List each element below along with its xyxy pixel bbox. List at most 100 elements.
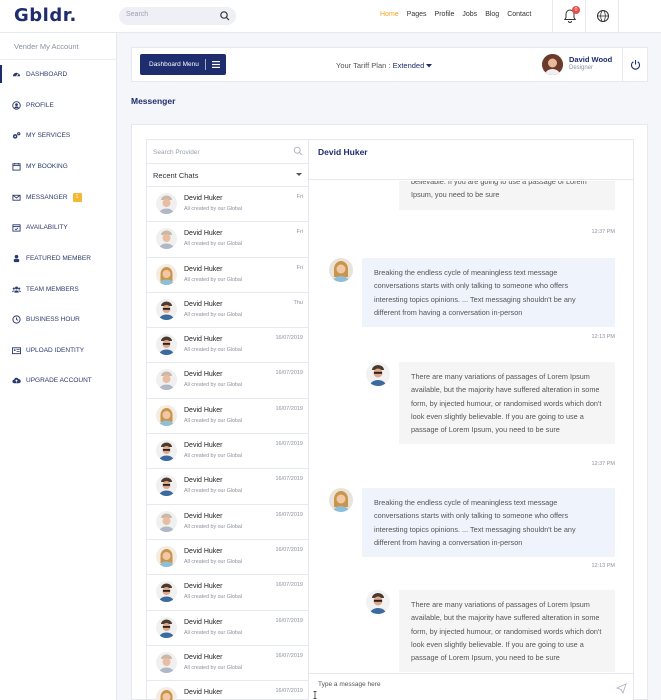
contact-row[interactable]: Devid Huker All created by our Global Fri (147, 222, 308, 258)
contact-name: Devid Huker (184, 547, 223, 555)
contact-row[interactable]: Devid Huker All created by our Global 16/0… (147, 540, 308, 576)
avatar (156, 263, 177, 285)
contact-preview: All created by our Global (184, 206, 243, 212)
sidebar-item-label: Upgrade Account (26, 376, 92, 384)
contact-row[interactable]: Devid HukerAll created by our Global16/0… (147, 469, 308, 505)
search-icon[interactable] (293, 146, 303, 156)
user-role: Designer (569, 65, 594, 71)
contact-row[interactable]: Devid HukerAll created by our Global16/0… (147, 646, 308, 682)
text-cursor-icon (313, 691, 317, 699)
contact-row[interactable]: Devid HukerAll created by our Global16/0… (147, 434, 308, 470)
contact-row[interactable]: Devid HukerAll created by our Global16/0… (147, 505, 308, 540)
message-text: Breaking the endless cycle of meaningles… (374, 268, 576, 317)
sidebar-item-dashboard[interactable]: Dashboard (0, 65, 117, 83)
send-icon[interactable] (616, 683, 627, 694)
tariff-plan[interactable]: Your Tariff Plan : Extended (336, 61, 433, 70)
contact-name: Devid Huker (184, 477, 223, 485)
avatar (156, 687, 177, 700)
nav-jobs[interactable]: Jobs (462, 11, 477, 18)
nav-pages[interactable]: Pages (407, 11, 427, 18)
tariff-value: Extended (392, 61, 425, 70)
divider (618, 0, 619, 33)
contact-date: 16/07/2019 (275, 546, 303, 553)
nav-home[interactable]: Home (380, 11, 399, 18)
nav-profile[interactable]: Profile (435, 11, 455, 18)
contact-preview: All created by our Global (184, 417, 243, 424)
message-time: 12:13 PM (591, 334, 615, 340)
sidebar: Vender My Account Dashboard Profile My S… (0, 33, 117, 700)
contact-date: 16/07/2019 (275, 617, 303, 624)
contact-date: Fri (296, 194, 303, 200)
tariff-label: Your Tariff Plan : (336, 61, 391, 70)
sidebar-item-availability[interactable]: Availability (0, 218, 117, 236)
avatar (156, 475, 177, 497)
messenger-card: Search Provider Recent Chats Devid Huker… (131, 124, 648, 700)
envelope-icon (12, 194, 21, 201)
sidebar-item-upload-identity[interactable]: Upload Identity (0, 341, 117, 359)
globe-icon[interactable] (596, 9, 610, 23)
contact-list: Devid Huker All created by our Global Fri D… (147, 187, 308, 700)
contact-row[interactable]: Devid HukerAll created by our Global16/0… (147, 363, 308, 399)
contact-date: 16/07/2019 (275, 582, 303, 589)
contact-name: Devid Huker (184, 618, 223, 626)
user-star-icon (13, 254, 20, 262)
sidebar-item-upgrade-account[interactable]: Upgrade Account (0, 371, 117, 389)
sidebar-item-messanger[interactable]: Messanger 1 (0, 188, 117, 206)
contact-row[interactable]: Devid HukerAll created by our Global16/0… (147, 681, 308, 700)
logo[interactable]: Gbldr. (14, 5, 77, 26)
dashboard-icon (12, 72, 21, 77)
calendar-icon (12, 162, 21, 171)
message-text: Breaking the endless cycle of meaningles… (374, 498, 576, 547)
message-bubble-sent: believable. If you are going to use a pa… (399, 181, 615, 210)
power-icon[interactable] (630, 59, 641, 70)
contact-row[interactable]: Devid HukerAll created by our Global16/0… (147, 575, 308, 611)
contact-preview: All created by our Global (184, 347, 243, 354)
contact-date: Fri (296, 264, 303, 271)
main-nav: Home Pages Profile Jobs Blog Contact (380, 11, 531, 18)
sidebar-item-business-hour[interactable]: Business Hour (0, 310, 117, 328)
contact-row[interactable]: Devid Huker All created by our Global Thu (147, 293, 308, 329)
contact-date: 16/07/2019 (275, 511, 303, 518)
avatar (156, 369, 177, 391)
users-icon (12, 286, 21, 293)
caret-down-icon (296, 173, 302, 176)
sidebar-item-featured-member[interactable]: Featured Member (0, 249, 117, 267)
contact-row[interactable]: Devid Huker All created by our Global Fri (147, 187, 308, 223)
avatar (156, 581, 177, 603)
contact-name: Devid Huker (184, 653, 223, 661)
contact-name: Devid Huker (184, 195, 223, 202)
sidebar-item-my-booking[interactable]: My Booking (0, 157, 117, 175)
contact-row[interactable]: Devid HukerAll created by our Global16/0… (147, 399, 308, 435)
recent-chats-select[interactable]: Recent Chats (147, 164, 308, 187)
sidebar-item-profile[interactable]: Profile (0, 96, 117, 114)
sidebar-title: Vender My Account (14, 42, 79, 51)
user-name[interactable]: David Wood (569, 55, 612, 64)
avatar (156, 228, 177, 250)
message-input[interactable]: Type a message here (309, 673, 633, 700)
avatar (329, 488, 353, 512)
contact-row[interactable]: Devid Huker All created by our Global Fri (147, 258, 308, 293)
message-count-badge: 1 (72, 192, 82, 202)
avatar (156, 545, 177, 567)
avatar[interactable] (542, 54, 563, 75)
contact-preview: All created by our Global (184, 558, 243, 565)
contact-row[interactable]: Devid HukerAll created by our Global16/0… (147, 611, 308, 646)
provider-search-input[interactable]: Search Provider (147, 140, 308, 164)
sidebar-item-team-members[interactable]: Team Members (0, 280, 117, 298)
contact-preview: All created by our Global (184, 453, 243, 460)
sidebar-item-label: Upload Identity (26, 346, 85, 354)
search-icon[interactable] (219, 10, 231, 22)
message-bubble-received: Breaking the endless cycle of meaningles… (362, 488, 615, 558)
notification-badge: 0 (572, 6, 580, 14)
avatar (156, 298, 177, 320)
sidebar-item-label: Team Members (26, 285, 79, 293)
message-bubble-sent: There are many variations of passages of… (399, 362, 615, 445)
nav-contact[interactable]: Contact (507, 11, 531, 18)
id-card-icon (12, 346, 21, 354)
nav-blog[interactable]: Blog (485, 11, 499, 18)
contact-row[interactable]: Devid HukerAll created by our Global16/0… (147, 328, 308, 364)
sidebar-item-my-services[interactable]: My Services (0, 126, 117, 144)
dashboard-menu-button[interactable]: Dashboard Menu (140, 54, 226, 75)
search-input[interactable]: Search (119, 7, 236, 25)
gears-icon (12, 131, 21, 139)
